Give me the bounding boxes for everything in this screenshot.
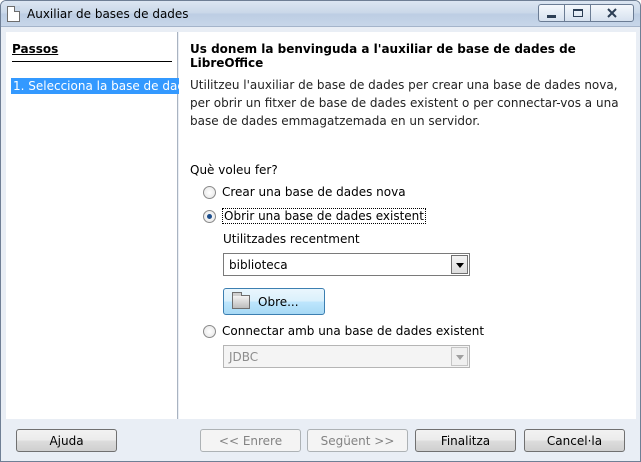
recent-databases-value: biblioteca	[229, 258, 288, 272]
create-database-label: Crear una base de dades nova	[222, 185, 406, 199]
open-database-label: Obrir una base de dades existent	[222, 208, 426, 224]
minimize-button[interactable]	[538, 4, 564, 22]
open-file-button[interactable]: Obre...	[223, 288, 325, 315]
cancel-button[interactable]: Cancel·la	[524, 429, 625, 452]
page-description: Utilitzeu l'auxiliar de base de dades pe…	[190, 78, 619, 128]
help-button[interactable]: Ajuda	[16, 429, 117, 452]
question-label: Què voleu fer?	[190, 163, 278, 177]
step-item-select-database[interactable]: 1. Selecciona la base de dades	[11, 78, 201, 94]
chevron-down-icon[interactable]	[451, 255, 468, 274]
maximize-button[interactable]	[564, 4, 590, 22]
open-file-label: Obre...	[258, 294, 299, 309]
connect-database-option[interactable]: Connectar amb una base de dades existent	[203, 324, 484, 338]
window-controls	[538, 4, 634, 22]
close-button[interactable]	[590, 4, 634, 22]
chevron-down-icon	[451, 347, 468, 366]
minimize-icon	[547, 14, 556, 18]
recent-databases-dropdown[interactable]: biblioteca	[223, 253, 470, 276]
create-database-option[interactable]: Crear una base de dades nova	[203, 185, 406, 199]
connection-type-value: JDBC	[229, 350, 259, 364]
page-title: Us donem la benvinguda a l'auxiliar de b…	[190, 42, 576, 70]
window-title: Auxiliar de bases de dades	[27, 7, 189, 21]
steps-panel: Passos 1. Selecciona la base de dades	[6, 32, 201, 419]
wizard-content: Us donem la benvinguda a l'auxiliar de b…	[179, 32, 636, 419]
steps-header: Passos	[12, 42, 172, 62]
maximize-icon	[572, 9, 583, 17]
title-bar[interactable]: Auxiliar de bases de dades	[1, 1, 640, 27]
recent-label: Utilitzades recentment	[223, 232, 360, 246]
open-database-option[interactable]: Obrir una base de dades existent	[203, 208, 426, 224]
back-button[interactable]: << Enrere	[200, 429, 301, 452]
document-icon	[7, 6, 20, 22]
connect-database-label: Connectar amb una base de dades existent	[222, 324, 485, 338]
next-button[interactable]: Següent >>	[307, 429, 408, 452]
wizard-window: Auxiliar de bases de dades Passos 1. Sel…	[0, 0, 641, 462]
connect-database-radio[interactable]	[203, 324, 216, 338]
finish-button[interactable]: Finalitza	[415, 429, 516, 452]
open-database-radio[interactable]	[203, 209, 216, 223]
close-icon	[607, 8, 617, 18]
create-database-radio[interactable]	[203, 185, 216, 199]
folder-icon	[232, 291, 250, 309]
connection-type-dropdown[interactable]: JDBC	[223, 345, 470, 368]
